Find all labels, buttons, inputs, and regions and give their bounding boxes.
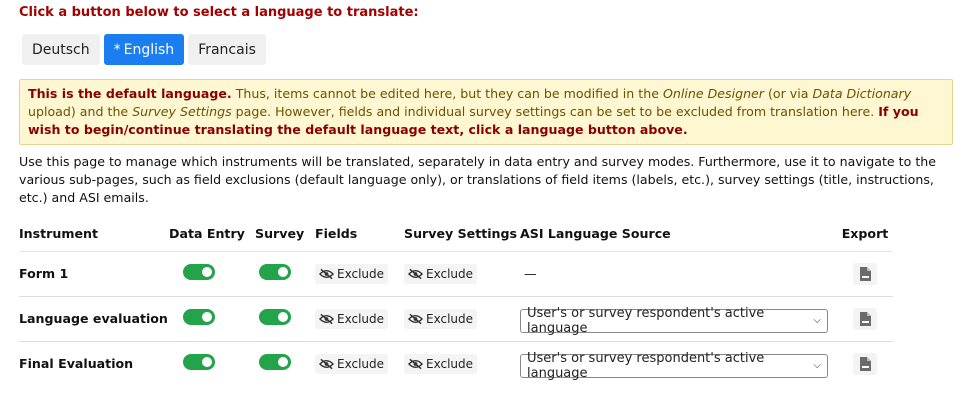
data-entry-toggle[interactable] xyxy=(183,264,215,280)
language-button-francais[interactable]: Francais xyxy=(188,34,266,65)
exclude-label: Exclude xyxy=(426,356,474,371)
exclude-label: Exclude xyxy=(337,311,385,326)
eye-slash-icon xyxy=(319,268,334,279)
alert-text: Survey Settings xyxy=(132,104,232,119)
fields-exclude-button[interactable]: Exclude xyxy=(315,263,389,284)
chevron-down-icon: ⌵ xyxy=(813,315,821,326)
language-label: Francais xyxy=(198,41,256,58)
fields-exclude-button[interactable]: Exclude xyxy=(315,353,389,374)
language-label: Deutsch xyxy=(32,41,90,58)
header-survey: Survey xyxy=(255,226,305,242)
asi-select-value: User's or survey respondent's active lan… xyxy=(527,350,765,381)
exclude-label: Exclude xyxy=(426,266,474,281)
alert-text: upload) and the xyxy=(28,104,133,119)
page: Click a button below to select a languag… xyxy=(0,0,968,386)
instruments-table: Instrument Data Entry Survey Fields Surv… xyxy=(19,217,893,386)
asi-select-value: User's or survey respondent's active lan… xyxy=(527,305,765,336)
header-asi-language-source: ASI Language Source xyxy=(520,226,671,242)
page-description: Use this page to manage which instrument… xyxy=(19,154,936,205)
export-button[interactable] xyxy=(853,307,877,330)
export-button[interactable] xyxy=(853,262,877,285)
data-entry-toggle[interactable] xyxy=(183,309,215,325)
exclude-label: Exclude xyxy=(337,266,385,281)
asi-language-source-select[interactable]: User's or survey respondent's active lan… xyxy=(520,305,828,336)
alert-text: (or via xyxy=(764,86,813,101)
survey-settings-exclude-button[interactable]: Exclude xyxy=(404,353,478,374)
header-data-entry: Data Entry xyxy=(169,226,245,242)
table-row: Language evaluation Exclude Exclude User… xyxy=(19,295,893,341)
exclude-label: Exclude xyxy=(337,356,385,371)
header-export: Export xyxy=(841,226,889,242)
language-label: English xyxy=(123,41,175,58)
survey-toggle[interactable] xyxy=(259,354,291,371)
language-button-deutsch[interactable]: Deutsch xyxy=(22,34,100,65)
file-export-icon xyxy=(859,266,871,281)
alert-text: Online Designer xyxy=(662,86,764,101)
data-entry-toggle[interactable] xyxy=(183,354,215,371)
asi-not-applicable: — xyxy=(524,266,537,281)
alert-text: Data Dictionary xyxy=(812,86,912,101)
instrument-name: Form 1 xyxy=(19,250,169,296)
alert-text: Thus, items cannot be edited here, but t… xyxy=(231,86,663,101)
exclude-label: Exclude xyxy=(426,311,474,326)
export-button[interactable] xyxy=(853,352,877,375)
eye-slash-icon xyxy=(408,268,423,279)
instrument-name: Language evaluation xyxy=(19,295,169,341)
asi-language-source-select[interactable]: User's or survey respondent's active lan… xyxy=(520,350,828,381)
header-instrument: Instrument xyxy=(19,226,98,242)
alert-text: page. However, fields and individual sur… xyxy=(231,104,879,119)
survey-toggle[interactable] xyxy=(259,309,291,325)
chevron-down-icon: ⌵ xyxy=(813,360,821,372)
language-button-english[interactable]: * English xyxy=(103,34,185,65)
select-language-prompt: Click a button below to select a languag… xyxy=(19,5,419,20)
file-export-icon xyxy=(859,356,871,371)
table-row: Form 1 Exclude Exclude — xyxy=(19,250,893,296)
file-export-icon xyxy=(859,311,871,326)
eye-slash-icon xyxy=(319,313,334,324)
header-fields: Fields xyxy=(315,226,358,242)
default-language-alert: This is the default language. Thus, item… xyxy=(19,79,953,145)
header-survey-settings: Survey Settings xyxy=(404,226,518,242)
eye-slash-icon xyxy=(408,358,423,369)
default-language-marker: * xyxy=(113,41,121,58)
fields-exclude-button[interactable]: Exclude xyxy=(315,308,389,329)
table-row: Final Evaluation Exclude Exclude User's … xyxy=(19,340,893,386)
survey-settings-exclude-button[interactable]: Exclude xyxy=(404,263,478,284)
instrument-name: Final Evaluation xyxy=(19,340,169,386)
survey-settings-exclude-button[interactable]: Exclude xyxy=(404,308,478,329)
eye-slash-icon xyxy=(319,358,334,369)
alert-heading: This is the default language. xyxy=(28,86,232,101)
language-button-bar: Deutsch * English Francais xyxy=(22,34,948,65)
survey-toggle[interactable] xyxy=(259,264,291,280)
eye-slash-icon xyxy=(408,313,423,324)
